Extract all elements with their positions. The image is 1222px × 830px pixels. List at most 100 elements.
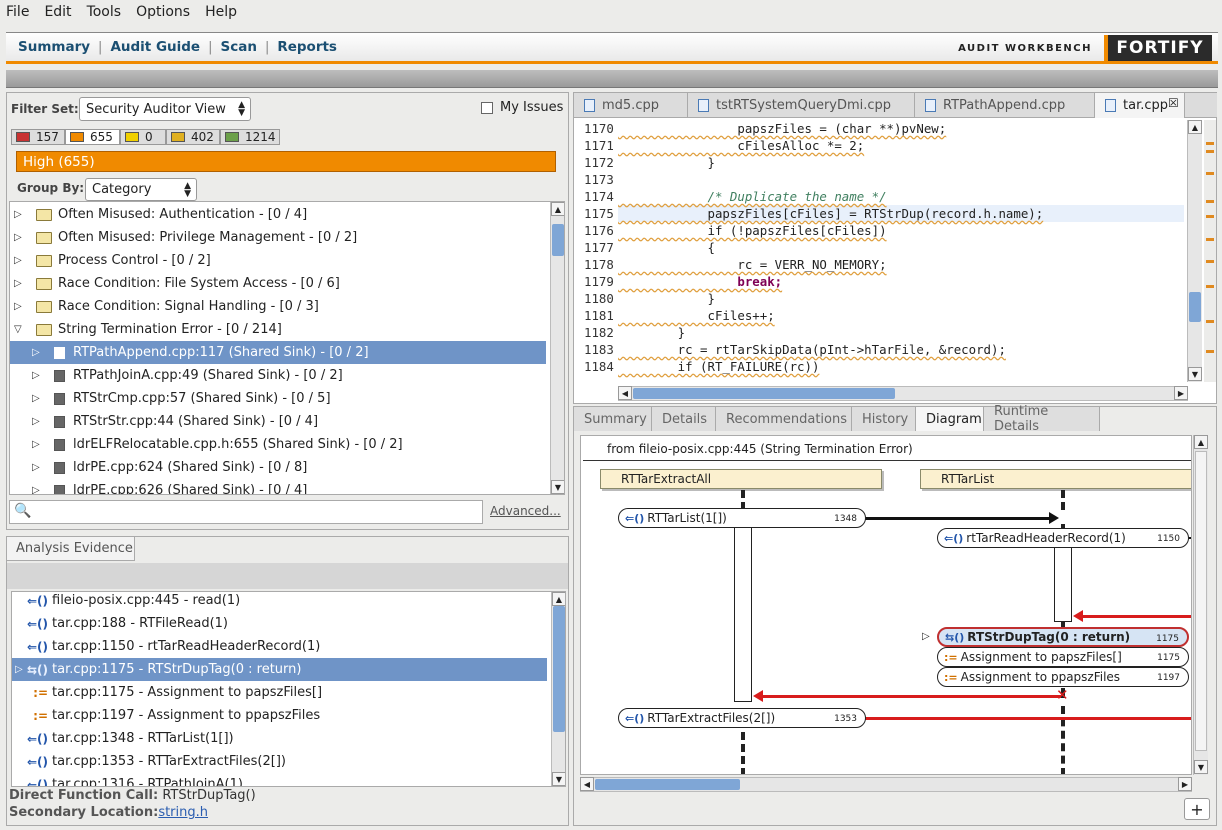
diagram-vscrollbar[interactable]: ▲ ▼	[1193, 435, 1208, 775]
evidence-scrollbar[interactable]: ▲ ▼	[551, 592, 565, 786]
nav-summary[interactable]: Summary	[18, 39, 90, 55]
my-issues-checkbox[interactable]	[481, 102, 493, 114]
count-medium[interactable]: 0	[120, 129, 166, 145]
tree-issue-row[interactable]: ▷ RTPathAppend.cpp:117 (Shared Sink) - [0…	[10, 341, 546, 364]
tab-recommendations[interactable]: Recommendations	[716, 407, 852, 431]
scroll-thumb[interactable]	[553, 606, 565, 732]
add-button[interactable]: +	[1184, 798, 1210, 820]
tree-issue-row[interactable]: ▷ ldrPE.cpp:624 (Shared Sink) - [0 / 8]	[10, 456, 546, 479]
expand-triangle-icon[interactable]: ▷	[922, 631, 930, 642]
editor-tab-tstrtsystemquerydmi[interactable]: tstRTSystemQueryDmi.cpp	[688, 93, 915, 118]
lifeline-rttarlist[interactable]: RTTarList	[920, 469, 1191, 489]
editor-hscrollbar[interactable]: ◀ ▶	[618, 386, 1188, 401]
tree-issue-row[interactable]: ▷ ldrPE.cpp:626 (Shared Sink) - [0 / 4]	[10, 479, 546, 494]
collapsed-triangle-icon[interactable]: ▷	[14, 232, 24, 243]
collapsed-triangle-icon[interactable]: ▷	[32, 347, 42, 358]
tree-issue-row[interactable]: ▷ RTStrStr.cpp:44 (Shared Sink) - [0 / 4]	[10, 410, 546, 433]
nav-reports[interactable]: Reports	[277, 39, 337, 55]
close-tab-icon[interactable]: ☒	[1168, 96, 1179, 110]
call-rttarlist[interactable]: ⇐() RTTarList(1[]) 1348	[618, 508, 866, 528]
collapsed-triangle-icon[interactable]: ▷	[14, 255, 24, 266]
tab-history[interactable]: History	[852, 407, 916, 431]
lifeline-rttarextractall[interactable]: RTTarExtractAll	[600, 469, 882, 489]
collapsed-triangle-icon[interactable]: ▷	[32, 370, 42, 381]
scroll-thumb[interactable]	[1189, 292, 1201, 322]
collapsed-triangle-icon[interactable]: ▷	[32, 439, 42, 450]
tree-scrollbar[interactable]: ▲ ▼	[550, 202, 564, 494]
tab-analysis-evidence[interactable]: Analysis Evidence	[7, 537, 135, 561]
menu-file[interactable]: File	[6, 4, 29, 20]
collapsed-triangle-icon[interactable]: ▷	[32, 393, 42, 404]
tree-category-row[interactable]: ▷ Often Misused: Privilege Management - […	[10, 226, 546, 249]
editor-tab-tar[interactable]: tar.cpp ☒	[1095, 93, 1185, 118]
scroll-up-icon[interactable]: ▲	[1194, 435, 1208, 449]
count-low[interactable]: 402	[166, 129, 220, 145]
tree-issue-row[interactable]: ▷ ldrELFRelocatable.cpp.h:655 (Shared Sin…	[10, 433, 546, 456]
filter-set-select[interactable]: Security Auditor View ▲ ▼	[79, 97, 251, 121]
scroll-down-icon[interactable]: ▼	[551, 480, 564, 494]
collapsed-triangle-icon[interactable]: ▷	[14, 278, 24, 289]
call-rttarreadheaderrecord[interactable]: ⇐() rtTarReadHeaderRecord(1) 1150	[937, 528, 1189, 548]
search-input[interactable]	[32, 503, 478, 521]
scroll-down-icon[interactable]: ▼	[552, 772, 565, 786]
evidence-row[interactable]: ▷ ⇆() tar.cpp:1175 - RTStrDupTag(0 : retur…	[12, 658, 547, 681]
count-critical[interactable]: 157	[11, 129, 65, 145]
menu-tools[interactable]: Tools	[87, 4, 122, 20]
evidence-row[interactable]: ⇐() tar.cpp:188 - RTFileRead(1)	[12, 612, 547, 635]
count-info[interactable]: 1214	[220, 129, 280, 145]
diagram-hscrollbar[interactable]: ◀ ▶	[580, 777, 1192, 792]
collapsed-triangle-icon[interactable]: ▷	[14, 209, 24, 220]
call-assignment-ppapszfiles[interactable]: := Assignment to ppapszFiles 1197	[937, 667, 1189, 687]
scroll-right-icon[interactable]: ▶	[1174, 386, 1188, 400]
tree-issue-row[interactable]: ▷ RTPathJoinA.cpp:49 (Shared Sink) - [0 /…	[10, 364, 546, 387]
scroll-right-icon[interactable]: ▶	[1178, 777, 1192, 791]
tab-runtime-details[interactable]: Runtime Details	[984, 404, 1100, 434]
group-by-select[interactable]: Category ▲ ▼	[85, 178, 197, 201]
menu-options[interactable]: Options	[136, 4, 190, 20]
scroll-left-icon[interactable]: ◀	[580, 777, 594, 791]
editor-tab-md5[interactable]: md5.cpp	[574, 93, 688, 118]
evidence-row[interactable]: := tar.cpp:1197 - Assignment to ppapszFil…	[12, 704, 547, 727]
expanded-triangle-icon[interactable]: ▽	[14, 324, 24, 335]
call-rttarextractfiles[interactable]: ⇐() RTTarExtractFiles(2[]) 1353	[618, 708, 866, 728]
collapsed-triangle-icon[interactable]: ▷	[32, 416, 42, 427]
tree-issue-row[interactable]: ▷ RTStrCmp.cpp:57 (Shared Sink) - [0 / 5]	[10, 387, 546, 410]
tab-summary[interactable]: Summary	[574, 407, 652, 431]
evidence-row[interactable]: ⇐() tar.cpp:1348 - RTTarList(1[])	[12, 727, 547, 750]
evidence-row[interactable]: ⇐() tar.cpp:1353 - RTTarExtractFiles(2[])	[12, 750, 547, 773]
evidence-row[interactable]: ⇐() tar.cpp:1316 - RTPathJoinA(1)	[12, 773, 547, 786]
tab-diagram[interactable]: Diagram	[916, 407, 984, 431]
tree-category-row[interactable]: ▽ String Termination Error - [0 / 214]	[10, 318, 546, 341]
scroll-down-icon[interactable]: ▼	[1188, 367, 1202, 381]
expand-triangle-icon[interactable]: ▷	[12, 664, 26, 675]
tree-category-row[interactable]: ▷ Race Condition: Signal Handling - [0 / …	[10, 295, 546, 318]
call-rtstrduptag[interactable]: ⇆() RTStrDupTag(0 : return) 1175	[937, 627, 1189, 647]
evidence-row[interactable]: ⇐() fileio-posix.cpp:445 - read(1)	[12, 592, 547, 612]
scroll-left-icon[interactable]: ◀	[618, 386, 632, 400]
scroll-up-icon[interactable]: ▲	[552, 592, 565, 606]
scroll-up-icon[interactable]: ▲	[551, 202, 564, 216]
tree-category-row[interactable]: ▷ Often Misused: Authentication - [0 / 4]	[10, 203, 546, 226]
collapsed-triangle-icon[interactable]: ▷	[32, 485, 42, 494]
tree-category-row[interactable]: ▷ Process Control - [0 / 2]	[10, 249, 546, 272]
editor-vscrollbar[interactable]: ▲ ▼	[1187, 120, 1202, 382]
scroll-thumb[interactable]	[552, 224, 564, 256]
scroll-down-icon[interactable]: ▼	[1194, 760, 1208, 774]
nav-audit-guide[interactable]: Audit Guide	[110, 39, 200, 55]
scroll-thumb[interactable]	[633, 388, 895, 399]
menu-edit[interactable]: Edit	[44, 4, 71, 20]
editor-tab-rtpathappend[interactable]: RTPathAppend.cpp	[915, 93, 1095, 118]
scroll-up-icon[interactable]: ▲	[1188, 120, 1202, 134]
tab-details[interactable]: Details	[652, 407, 716, 431]
nav-scan[interactable]: Scan	[220, 39, 256, 55]
secondary-location-link[interactable]: string.h	[158, 805, 208, 820]
collapsed-triangle-icon[interactable]: ▷	[14, 301, 24, 312]
call-assignment-papszfiles[interactable]: := Assignment to papszFiles[] 1175	[937, 647, 1189, 667]
evidence-row[interactable]: := tar.cpp:1175 - Assignment to papszFile…	[12, 681, 547, 704]
scroll-thumb[interactable]	[595, 779, 740, 790]
evidence-row[interactable]: ⇐() tar.cpp:1150 - rtTarReadHeaderRecord(…	[12, 635, 547, 658]
code-area[interactable]: 1170 papszFiles = (char **)pvNew; 1171 cF…	[574, 120, 1186, 378]
advanced-search-link[interactable]: Advanced...	[490, 504, 561, 518]
tree-category-row[interactable]: ▷ Race Condition: File System Access - [0…	[10, 272, 546, 295]
count-high[interactable]: 655	[65, 129, 120, 145]
